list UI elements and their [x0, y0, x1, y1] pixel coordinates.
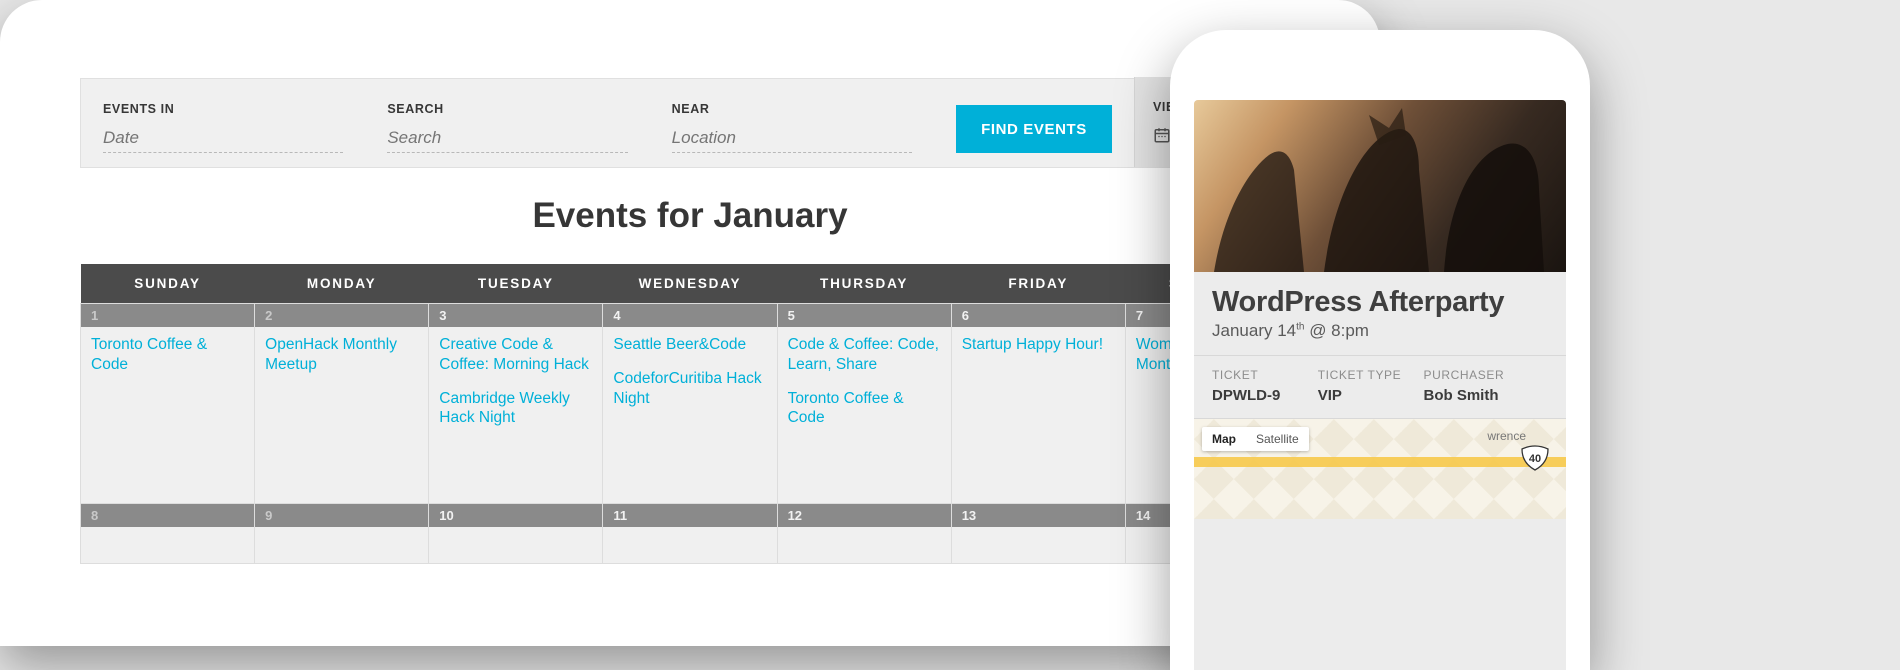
- ticket-type-label: TICKET TYPE: [1318, 368, 1414, 382]
- calendar-day-cell[interactable]: 12: [777, 504, 951, 564]
- calendar-icon: [1153, 126, 1171, 144]
- location-input[interactable]: [672, 124, 912, 153]
- search-label: SEARCH: [387, 102, 627, 116]
- date-input[interactable]: [103, 124, 343, 153]
- calendar-header-row: SUNDAY MONDAY TUESDAY WEDNESDAY THURSDAY…: [81, 264, 1300, 304]
- day-number: 13: [952, 504, 1125, 527]
- calendar-grid: SUNDAY MONDAY TUESDAY WEDNESDAY THURSDAY…: [80, 264, 1300, 564]
- map-city-label: wrence: [1487, 429, 1526, 443]
- event-date-prefix: January 14: [1212, 321, 1296, 340]
- highway-shield-icon: 40: [1520, 445, 1550, 471]
- calendar-day-cell[interactable]: 13: [951, 504, 1125, 564]
- day-number: 3: [429, 304, 602, 327]
- calendar-week-row: 8 9 10 11 12 13 14: [81, 504, 1300, 564]
- event-title: WordPress Afterparty: [1194, 272, 1566, 321]
- search-field-group: SEARCH: [365, 102, 649, 153]
- day-header: MONDAY: [255, 264, 429, 304]
- phone-screen: WordPress Afterparty January 14th @ 8:pm…: [1194, 100, 1566, 670]
- event-link[interactable]: Startup Happy Hour!: [962, 335, 1115, 355]
- events-in-label: EVENTS IN: [103, 102, 343, 116]
- map-toggle-map[interactable]: Map: [1202, 427, 1246, 451]
- day-header: TUESDAY: [429, 264, 603, 304]
- event-link[interactable]: Cambridge Weekly Hack Night: [439, 389, 592, 429]
- day-number: 5: [778, 304, 951, 327]
- day-number: 11: [603, 504, 776, 527]
- event-date-suffix: @ 8:pm: [1304, 321, 1369, 340]
- event-map[interactable]: Map Satellite wrence 40: [1194, 419, 1566, 519]
- map-toggle-satellite[interactable]: Satellite: [1246, 427, 1309, 451]
- event-link[interactable]: CodeforCuritiba Hack Night: [613, 369, 766, 409]
- purchaser-label: PURCHASER: [1424, 368, 1548, 382]
- ticket-details-row: TICKET DPWLD-9 TICKET TYPE VIP PURCHASER…: [1194, 356, 1566, 419]
- map-type-toggle: Map Satellite: [1202, 427, 1309, 451]
- event-link[interactable]: Toronto Coffee & Code: [91, 335, 244, 375]
- day-number: 9: [255, 504, 428, 527]
- event-link[interactable]: Toronto Coffee & Code: [788, 389, 941, 429]
- event-link[interactable]: Creative Code & Coffee: Morning Hack: [439, 335, 592, 375]
- purchaser-value: Bob Smith: [1424, 387, 1548, 404]
- event-link[interactable]: OpenHack Monthly Meetup: [265, 335, 418, 375]
- day-number: 12: [778, 504, 951, 527]
- event-datetime: January 14th @ 8:pm: [1194, 321, 1566, 356]
- near-field-group: NEAR: [650, 102, 934, 153]
- ticket-type-group: TICKET TYPE VIP: [1318, 368, 1414, 404]
- calendar-day-cell[interactable]: 9: [255, 504, 429, 564]
- calendar-day-cell[interactable]: 8: [81, 504, 255, 564]
- page-title: Events for January: [80, 196, 1300, 236]
- ticket-id-value: DPWLD-9: [1212, 387, 1308, 404]
- phone-device-frame: WordPress Afterparty January 14th @ 8:pm…: [1170, 30, 1590, 670]
- calendar-day-cell[interactable]: 2 OpenHack Monthly Meetup: [255, 304, 429, 504]
- calendar-day-cell[interactable]: 10: [429, 504, 603, 564]
- ticket-id-label: TICKET: [1212, 368, 1308, 382]
- event-search-bar: EVENTS IN SEARCH NEAR FIND EVENTS VIEW A…: [80, 78, 1300, 168]
- svg-text:40: 40: [1529, 453, 1541, 465]
- event-link[interactable]: Code & Coffee: Code, Learn, Share: [788, 335, 941, 375]
- events-in-field-group: EVENTS IN: [81, 102, 365, 153]
- find-events-button[interactable]: FIND EVENTS: [956, 105, 1112, 153]
- calendar-day-cell[interactable]: 3 Creative Code & Coffee: Morning Hack C…: [429, 304, 603, 504]
- event-hero-image: [1194, 100, 1566, 272]
- find-events-group: FIND EVENTS: [934, 105, 1134, 153]
- search-input[interactable]: [387, 124, 627, 153]
- calendar-day-cell[interactable]: 6 Startup Happy Hour!: [951, 304, 1125, 504]
- event-link[interactable]: Seattle Beer&Code: [613, 335, 766, 355]
- day-number: 1: [81, 304, 254, 327]
- day-number: 8: [81, 504, 254, 527]
- purchaser-group: PURCHASER Bob Smith: [1424, 368, 1548, 404]
- day-number: 6: [952, 304, 1125, 327]
- day-number: 10: [429, 504, 602, 527]
- day-header: FRIDAY: [951, 264, 1125, 304]
- map-road-icon: [1194, 457, 1566, 467]
- calendar-day-cell[interactable]: 11: [603, 504, 777, 564]
- near-label: NEAR: [672, 102, 912, 116]
- day-header: THURSDAY: [777, 264, 951, 304]
- ticket-id-group: TICKET DPWLD-9: [1212, 368, 1308, 404]
- calendar-day-cell[interactable]: 4 Seattle Beer&Code CodeforCuritiba Hack…: [603, 304, 777, 504]
- ticket-type-value: VIP: [1318, 387, 1414, 404]
- calendar-day-cell[interactable]: 1 Toronto Coffee & Code: [81, 304, 255, 504]
- day-number: 2: [255, 304, 428, 327]
- calendar-day-cell[interactable]: 5 Code & Coffee: Code, Learn, Share Toro…: [777, 304, 951, 504]
- calendar-week-row: 1 Toronto Coffee & Code 2 OpenHack Month…: [81, 304, 1300, 504]
- day-number: 4: [603, 304, 776, 327]
- day-header: WEDNESDAY: [603, 264, 777, 304]
- day-header: SUNDAY: [81, 264, 255, 304]
